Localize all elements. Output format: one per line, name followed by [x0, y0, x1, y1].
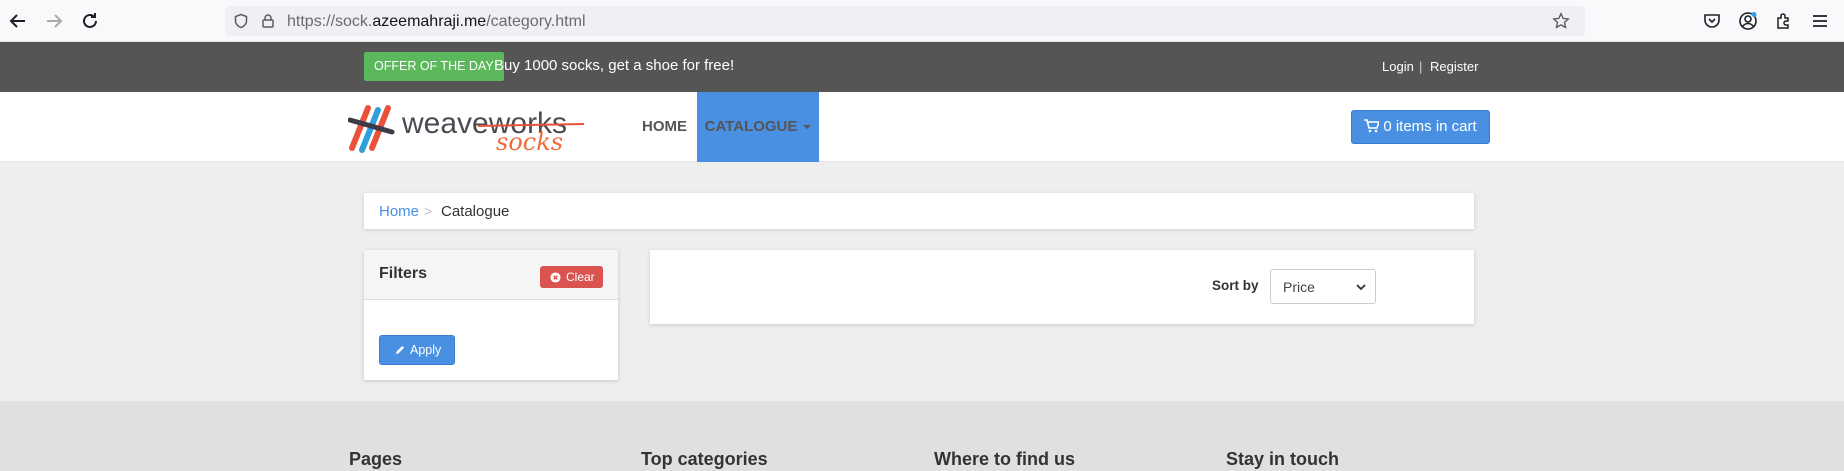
footer-pages-heading: Pages [349, 449, 403, 469]
sort-selected-value: Price [1283, 279, 1315, 295]
site-header: weaveworks socks HOME CATALOGUE 0 items … [0, 92, 1844, 162]
login-link[interactable]: Login [1382, 59, 1414, 74]
forward-arrow-icon[interactable] [42, 9, 66, 33]
reload-icon[interactable] [78, 9, 102, 33]
logo-mark-icon [347, 105, 395, 153]
offer-bar: OFFER OF THE DAY Buy 1000 socks, get a s… [0, 42, 1844, 92]
breadcrumb: Home > Catalogue [364, 193, 1474, 229]
shield-icon[interactable] [233, 13, 249, 29]
menu-icon[interactable] [1810, 11, 1830, 31]
filters-title: Filters [379, 265, 428, 282]
sort-select[interactable]: Price [1270, 269, 1376, 304]
breadcrumb-current: Catalogue [441, 203, 510, 220]
cart-label: 0 items in cart [1383, 118, 1477, 135]
pencil-icon [395, 345, 405, 355]
extensions-icon[interactable] [1774, 11, 1794, 31]
nav-catalogue-label: CATALOGUE [704, 118, 798, 135]
browser-toolbar: https://sock.azeemahraji.me/category.htm… [0, 0, 1844, 42]
sort-label: Sort by [1212, 278, 1259, 293]
footer-stay-in-touch-heading: Stay in touch [1226, 449, 1340, 469]
nav-catalogue[interactable]: CATALOGUE [697, 92, 819, 162]
svg-text:socks: socks [496, 128, 563, 154]
offer-text: Buy 1000 socks, get a shoe for free! [494, 57, 735, 74]
topbar-separator: | [1419, 59, 1423, 74]
filters-panel: Filters Clear Apply [364, 250, 618, 380]
nav-home[interactable]: HOME [626, 92, 703, 162]
pocket-icon[interactable] [1702, 11, 1722, 31]
footer-top-categories-heading: Top categories [641, 449, 768, 469]
times-circle-icon [550, 272, 561, 283]
shopping-cart-icon [1364, 119, 1380, 133]
apply-label: Apply [410, 343, 442, 357]
clear-label: Clear [566, 270, 595, 284]
breadcrumb-home-link[interactable]: Home [379, 203, 419, 220]
register-link[interactable]: Register [1430, 59, 1478, 74]
caret-down-icon [803, 125, 812, 130]
weaveworks-socks-logo[interactable]: weaveworks socks [347, 102, 588, 156]
breadcrumb-separator: > [424, 203, 433, 219]
chevron-down-icon [1356, 284, 1366, 291]
site-footer: Pages Top categories Where to find us St… [0, 401, 1844, 471]
lock-icon[interactable] [260, 13, 276, 29]
url-text[interactable]: https://sock.azeemahraji.me/category.htm… [287, 13, 586, 31]
sort-panel: Sort by Price [650, 250, 1474, 324]
clear-filters-button[interactable]: Clear [540, 266, 603, 288]
account-icon[interactable] [1738, 11, 1758, 31]
bookmark-star-icon[interactable] [1552, 12, 1570, 30]
address-bar[interactable]: https://sock.azeemahraji.me/category.htm… [225, 6, 1585, 36]
apply-filters-button[interactable]: Apply [379, 335, 455, 365]
filters-header: Filters Clear [364, 250, 618, 300]
offer-badge[interactable]: OFFER OF THE DAY [364, 52, 504, 81]
back-arrow-icon[interactable] [6, 9, 30, 33]
cart-button[interactable]: 0 items in cart [1351, 110, 1490, 144]
footer-where-to-find-us-heading: Where to find us [934, 449, 1075, 469]
